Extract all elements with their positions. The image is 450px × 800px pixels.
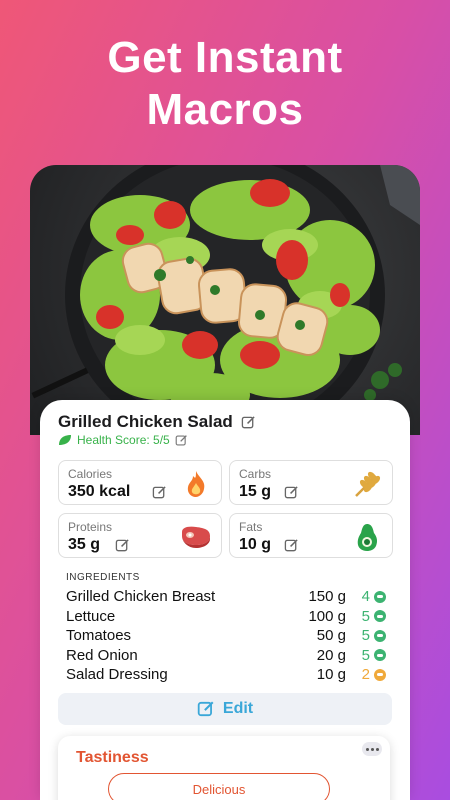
ingredient-amount: 50 g: [316, 627, 346, 645]
ingredient-row[interactable]: Lettuce 100 g 5: [66, 607, 386, 627]
ingredient-amount: 150 g: [308, 588, 346, 606]
dish-name: Grilled Chicken Salad: [58, 412, 233, 431]
ingredient-name: Tomatoes: [66, 627, 132, 645]
ingredient-row[interactable]: Tomatoes 50 g 5: [66, 626, 386, 646]
macro-value: 10 g: [239, 536, 272, 553]
edit-icon[interactable]: [284, 538, 299, 553]
ingredient-score: 5: [361, 627, 370, 645]
ingredient-name: Lettuce: [66, 607, 116, 625]
ingredient-name: Red Onion: [66, 646, 138, 664]
tastiness-title: Tastiness: [76, 749, 149, 766]
edit-button-label: Edit: [222, 700, 254, 717]
ingredients-list: Grilled Chicken Breast 150 g 4 Lettuce 1…: [66, 587, 386, 685]
wheat-icon: [355, 471, 381, 497]
macro-fats[interactable]: Fats 10 g: [229, 513, 393, 558]
ingredient-amount: 10 g: [316, 666, 346, 684]
ingredient-score: 5: [361, 646, 370, 664]
ingredient-score-icon: [374, 590, 386, 603]
edit-icon[interactable]: [115, 538, 130, 553]
health-score: Health Score: 5/5: [77, 433, 170, 447]
macro-value: 35 g: [68, 536, 101, 553]
ingredient-score-icon: [374, 649, 386, 662]
macro-label: Calories: [68, 467, 113, 481]
ingredient-score: 5: [361, 607, 370, 625]
edit-icon: [197, 701, 214, 717]
edit-icon[interactable]: [152, 485, 167, 500]
edit-button[interactable]: Edit: [58, 693, 392, 725]
ingredient-score: 4: [361, 588, 370, 606]
ingredient-name: Salad Dressing: [66, 666, 168, 684]
headline: Get Instant Macros: [0, 32, 450, 136]
ingredient-amount: 100 g: [308, 607, 346, 625]
tastiness-option[interactable]: Delicious: [108, 773, 330, 800]
flame-icon: [187, 471, 205, 497]
ingredient-row[interactable]: Red Onion 20 g 5: [66, 646, 386, 666]
macro-calories[interactable]: Calories 350 kcal: [58, 460, 222, 505]
macro-value: 15 g: [239, 483, 272, 500]
ingredient-name: Grilled Chicken Breast: [66, 588, 216, 606]
macro-carbs[interactable]: Carbs 15 g: [229, 460, 393, 505]
headline-line-2: Macros: [146, 85, 304, 134]
ingredient-score-icon: [374, 610, 386, 623]
ingredients-title: INGREDIENTS: [66, 572, 140, 583]
leaf-icon: [59, 435, 71, 445]
nutrition-card: Grilled Chicken Salad Health Score: 5/5 …: [40, 400, 410, 800]
dish-title-row: Grilled Chicken Salad: [58, 412, 256, 432]
ingredient-score: 2: [361, 666, 370, 684]
macro-proteins[interactable]: Proteins 35 g: [58, 513, 222, 558]
macro-value: 350 kcal: [68, 483, 131, 500]
avocado-icon: [357, 524, 378, 551]
macro-label: Carbs: [239, 467, 272, 481]
edit-icon[interactable]: [284, 485, 299, 500]
macro-label: Fats: [239, 520, 263, 534]
ingredient-row[interactable]: Grilled Chicken Breast 150 g 4: [66, 587, 386, 607]
health-score-row: Health Score: 5/5: [58, 433, 188, 447]
tastiness-card: Tastiness Delicious: [58, 736, 390, 800]
ingredient-row[interactable]: Salad Dressing 10 g 2: [66, 665, 386, 685]
more-options-icon[interactable]: [362, 742, 382, 756]
meal-photo: [30, 165, 420, 435]
edit-name-icon[interactable]: [241, 415, 256, 430]
ingredient-score-icon: [374, 668, 386, 681]
edit-health-icon[interactable]: [175, 434, 188, 447]
headline-line-1: Get Instant: [107, 33, 343, 82]
ingredient-score-icon: [374, 629, 386, 642]
steak-icon: [182, 526, 210, 548]
ingredient-amount: 20 g: [316, 646, 346, 664]
macro-label: Proteins: [68, 520, 113, 534]
